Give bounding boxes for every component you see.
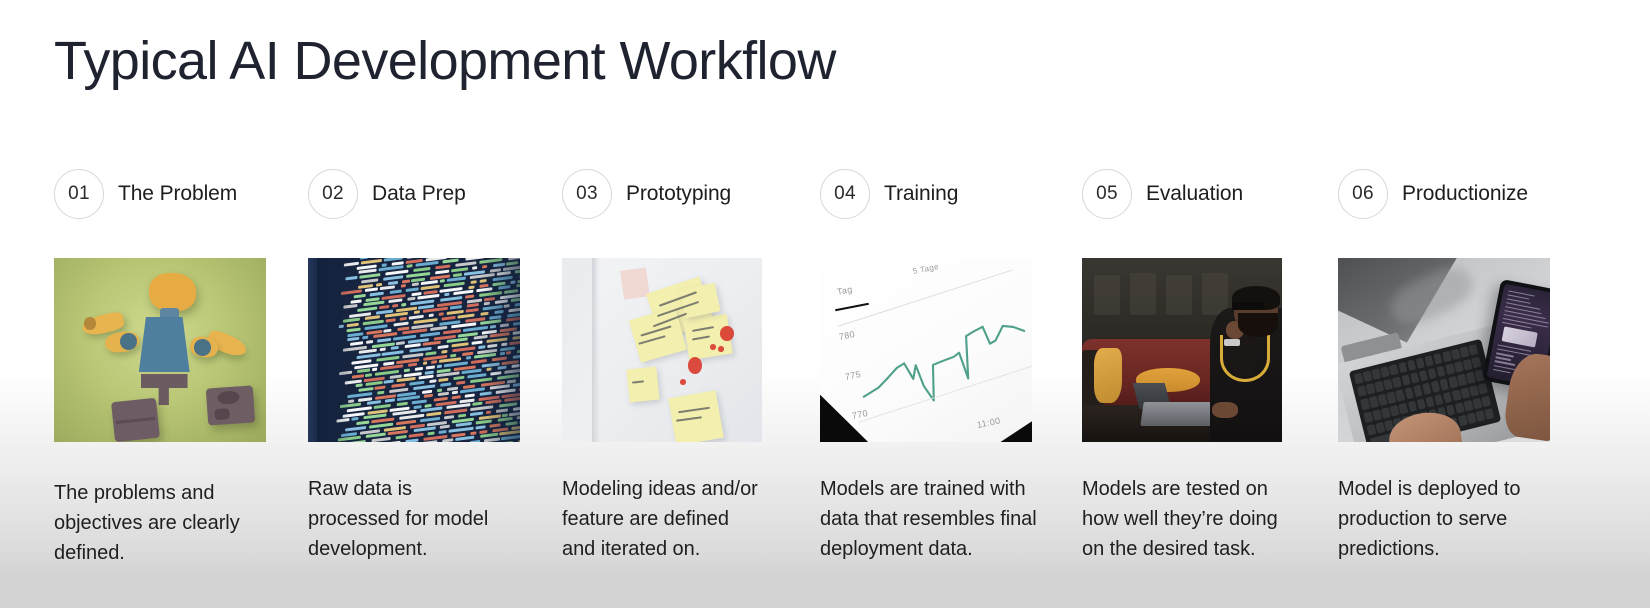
step-label: Data Prep bbox=[372, 182, 466, 206]
code-screen-image bbox=[308, 258, 520, 442]
step-caption: Raw data is processed for model developm… bbox=[308, 474, 534, 564]
step-header: 05 Evaluation bbox=[1082, 168, 1314, 220]
step-label: Training bbox=[884, 182, 958, 206]
step-label: The Problem bbox=[118, 182, 237, 206]
screen-vignette bbox=[308, 258, 520, 442]
step-image bbox=[562, 258, 762, 442]
step-caption: Models are tested on how well they’re do… bbox=[1082, 474, 1308, 564]
step-number-badge: 06 bbox=[1338, 169, 1388, 219]
step-header: 04 Training bbox=[820, 168, 1052, 220]
workflow-step-02[interactable]: 02 Data Prep Raw data is processed for m… bbox=[308, 168, 540, 220]
workflow-steps: 01 The Problem The problems and objectiv… bbox=[0, 168, 1650, 608]
step-caption: Modeling ideas and/or feature are define… bbox=[562, 474, 788, 564]
eyeglasses bbox=[1232, 302, 1264, 309]
step-image: Tag 5 Tage 780 775 770 11:00 bbox=[820, 258, 1032, 442]
step-number-badge: 03 bbox=[562, 169, 612, 219]
workflow-step-05[interactable]: 05 Evaluation Models are tested on how w… bbox=[1082, 168, 1314, 220]
step-image bbox=[54, 258, 266, 442]
page-title: Typical AI Development Workflow bbox=[54, 32, 836, 90]
sticky-note bbox=[626, 367, 659, 403]
person-beard bbox=[1238, 313, 1278, 337]
step-number-badge: 02 bbox=[308, 169, 358, 219]
wristwatch bbox=[1224, 339, 1240, 346]
slide-canvas: Typical AI Development Workflow 01 The P… bbox=[0, 0, 1650, 608]
workflow-step-03[interactable]: 03 Prototyping Modeling ideas and/or fea… bbox=[562, 168, 794, 220]
step-caption: Model is deployed to production to serve… bbox=[1338, 474, 1564, 564]
lego-parts-image bbox=[54, 258, 266, 442]
step-label: Prototyping bbox=[626, 182, 731, 206]
step-header: 06 Productionize bbox=[1338, 168, 1570, 220]
step-image bbox=[1082, 258, 1282, 442]
step-caption: Models are trained with data that resemb… bbox=[820, 474, 1046, 564]
step-image bbox=[308, 258, 520, 442]
workflow-step-06[interactable]: 06 Productionize Model is deployed to pr… bbox=[1338, 168, 1570, 220]
step-number-badge: 01 bbox=[54, 169, 104, 219]
workflow-step-04[interactable]: 04 Training Tag 5 Tage 780 775 770 11:00 bbox=[820, 168, 1052, 220]
step-header: 01 The Problem bbox=[54, 168, 286, 220]
screen-edge bbox=[308, 258, 317, 442]
step-header: 03 Prototyping bbox=[562, 168, 794, 220]
step-caption: The problems and objectives are clearly … bbox=[54, 478, 280, 568]
workflow-step-01[interactable]: 01 The Problem The problems and objectiv… bbox=[54, 168, 286, 220]
step-label: Productionize bbox=[1402, 182, 1528, 206]
step-image bbox=[1338, 258, 1550, 442]
line-chart-photo-image: Tag 5 Tage 780 775 770 11:00 bbox=[820, 258, 1032, 442]
step-number-badge: 04 bbox=[820, 169, 870, 219]
laptop-and-phone-image bbox=[1338, 258, 1550, 442]
person-hand-on-keyboard bbox=[1212, 402, 1238, 419]
step-number-badge: 05 bbox=[1082, 169, 1132, 219]
board-shadow bbox=[592, 258, 600, 442]
step-label: Evaluation bbox=[1146, 182, 1243, 206]
sticky-notes-image bbox=[562, 258, 762, 442]
chart-line-svg bbox=[820, 258, 1032, 442]
step-header: 02 Data Prep bbox=[308, 168, 540, 220]
man-with-laptop-image bbox=[1082, 258, 1282, 442]
yellow-throw bbox=[1094, 348, 1122, 403]
